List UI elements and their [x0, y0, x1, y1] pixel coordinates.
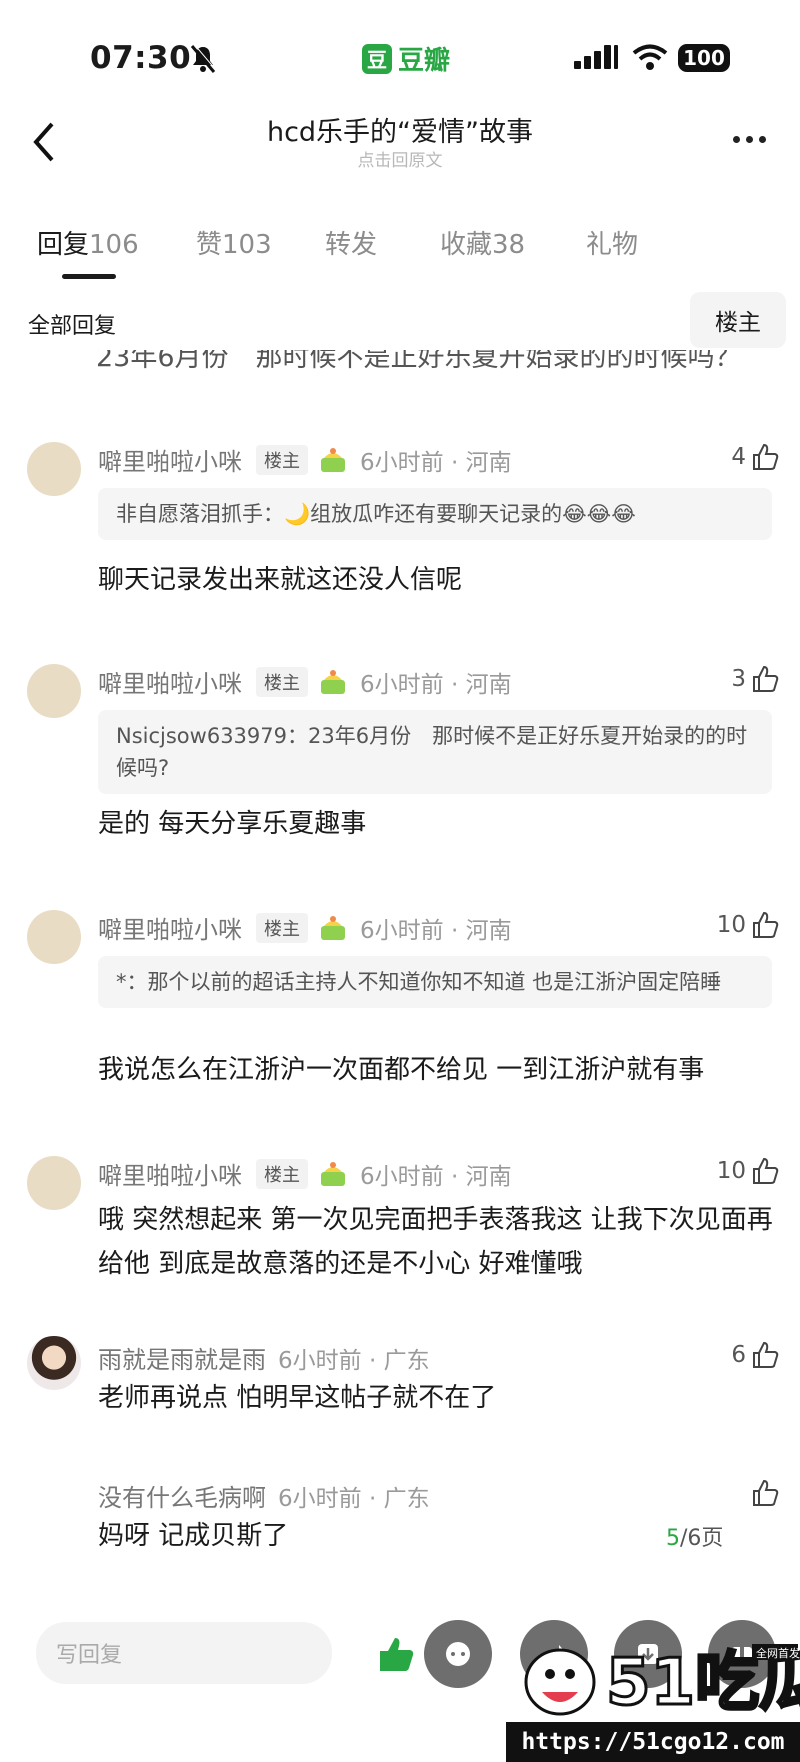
cellular-signal-icon — [574, 45, 618, 69]
op-badge: 楼主 — [256, 1158, 308, 1189]
like-count: 10 — [716, 1158, 746, 1184]
tab-replies[interactable]: 回复106 — [37, 224, 139, 261]
avatar[interactable] — [27, 664, 81, 718]
avatar[interactable] — [27, 1336, 81, 1390]
comment-time-location: 6小时前 · 河南 — [360, 449, 512, 476]
comment-button[interactable] — [424, 1620, 492, 1688]
cake-icon — [321, 915, 345, 940]
quoted-reply[interactable]: Nsicjsow633979：23年6月份 那时候不是正好乐夏开始录的的时候吗? — [98, 710, 772, 794]
tab-gifts[interactable]: 礼物 — [586, 224, 638, 261]
tab-likes[interactable]: 赞103 — [196, 224, 272, 261]
site-watermark-logo: 51吃瓜 全网首发 — [524, 1644, 800, 1722]
op-badge: 楼主 — [256, 444, 308, 475]
active-tab-indicator — [62, 274, 116, 279]
comment-body: 哦 突然想起来 第一次见完面把手表落我这 让我下次见面再给他 到底是故意落的还是… — [98, 1205, 773, 1279]
comment-body: 我说怎么在江浙沪一次面都不给见 一到江浙沪就有事 — [98, 1055, 705, 1085]
back-to-original-link[interactable]: 点击回原文 — [0, 146, 800, 171]
comment-time-location: 6小时前 · 广东 — [278, 1347, 430, 1374]
like-count: 6 — [731, 1342, 746, 1368]
page-indicator[interactable]: 5/6页 — [666, 1520, 723, 1552]
wifi-icon — [632, 44, 668, 70]
app-name: 豆瓣 — [398, 46, 451, 76]
like-button[interactable]: 4 — [731, 442, 780, 472]
like-button[interactable]: 3 — [731, 664, 780, 694]
quoted-reply[interactable]: 非自愿落泪抓手：🌙组放瓜咋还有要聊天记录的😂😂😂 — [98, 488, 772, 540]
like-button[interactable]: 6 — [731, 1340, 780, 1370]
comment-author[interactable]: 没有什么毛病啊 — [98, 1478, 266, 1513]
comment-author[interactable]: 噼里啪啦小咪 — [98, 664, 242, 699]
avatar[interactable] — [27, 910, 81, 964]
comment-body: 老师再说点 怕明早这帖子就不在了 — [98, 1383, 497, 1413]
like-count: 4 — [731, 444, 746, 470]
more-menu-icon[interactable] — [733, 136, 766, 143]
thumbs-up-icon — [753, 1341, 779, 1368]
comment-body: 聊天记录发出来就这还没人信呢 — [98, 565, 463, 595]
avatar[interactable] — [27, 1156, 81, 1210]
like-button[interactable] — [746, 1478, 780, 1508]
cut-off-comment-text: 23年6月份 那时候不是正好乐夏开始录的的时候吗？ — [96, 350, 742, 372]
avatar[interactable] — [27, 442, 81, 496]
comment-author[interactable]: 雨就是雨就是雨 — [98, 1340, 266, 1375]
cake-icon — [321, 447, 345, 472]
comment-author[interactable]: 噼里啪啦小咪 — [98, 1156, 242, 1191]
reply-input[interactable]: 写回复 — [36, 1622, 332, 1684]
like-button[interactable]: 10 — [717, 1156, 780, 1186]
like-count: 3 — [731, 666, 746, 692]
thumbs-up-icon — [753, 443, 779, 470]
op-badge: 楼主 — [256, 912, 308, 943]
tab-collections[interactable]: 收藏38 — [440, 224, 525, 261]
thumbs-up-icon — [753, 1157, 779, 1184]
svg-text:全网首发: 全网首发 — [756, 1646, 800, 1660]
thumbs-up-icon — [753, 665, 779, 692]
comment-author[interactable]: 噼里啪啦小咪 — [98, 442, 242, 477]
bell-muted-icon — [190, 44, 216, 73]
cake-icon — [321, 1161, 345, 1186]
quoted-reply[interactable]: *：那个以前的超话主持人不知道你知不知道 也是江浙沪固定陪睡 — [98, 956, 772, 1008]
tab-reposts[interactable]: 转发 — [325, 224, 377, 261]
thumbs-up-icon — [753, 1479, 779, 1506]
comment-time-location: 6小时前 · 河南 — [360, 1163, 512, 1190]
comment-time-location: 6小时前 · 河南 — [360, 671, 512, 698]
comment-body: 是的 每天分享乐夏趣事 — [98, 809, 367, 839]
thumbs-up-icon — [753, 911, 779, 938]
page-title: hcd乐手的“爱情”故事 — [266, 117, 534, 148]
like-button[interactable]: 10 — [717, 910, 780, 940]
battery-indicator: 100 — [678, 44, 730, 72]
op-badge: 楼主 — [256, 666, 308, 697]
app-badge: 豆 豆瓣 — [362, 40, 450, 77]
douban-logo-icon: 豆 — [362, 43, 392, 74]
like-count: 10 — [716, 912, 746, 938]
op-only-filter-button[interactable]: 楼主 — [690, 292, 786, 348]
watermark-url: https://51cgo12.com — [506, 1722, 800, 1762]
comment-author[interactable]: 噼里啪啦小咪 — [98, 910, 242, 945]
status-time: 07:30 — [90, 40, 192, 76]
all-replies-label: 全部回复 — [28, 314, 117, 339]
cake-icon — [321, 669, 345, 694]
comment-bubble-icon — [446, 1642, 470, 1666]
like-post-icon[interactable] — [376, 1634, 416, 1674]
comment-time-location: 6小时前 · 河南 — [360, 917, 512, 944]
comment-time-location: 6小时前 · 广东 — [278, 1485, 430, 1512]
